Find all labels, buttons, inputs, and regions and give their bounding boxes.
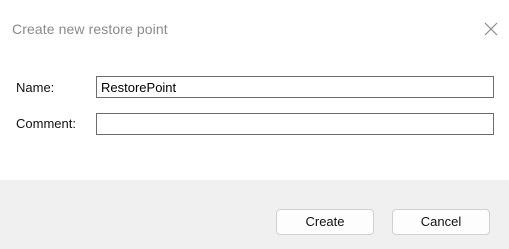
cancel-button[interactable]: Cancel	[392, 209, 490, 235]
create-button[interactable]: Create	[276, 209, 374, 235]
comment-label: Comment:	[16, 116, 76, 131]
create-restore-point-dialog: Create new restore point Name: Comment: …	[0, 0, 509, 249]
close-button[interactable]	[479, 17, 503, 41]
dialog-title: Create new restore point	[12, 21, 168, 37]
dialog-footer: Create Cancel	[0, 180, 509, 249]
close-icon	[484, 22, 498, 36]
name-input[interactable]	[96, 76, 494, 98]
name-label: Name:	[16, 80, 55, 95]
comment-input[interactable]	[96, 113, 494, 135]
